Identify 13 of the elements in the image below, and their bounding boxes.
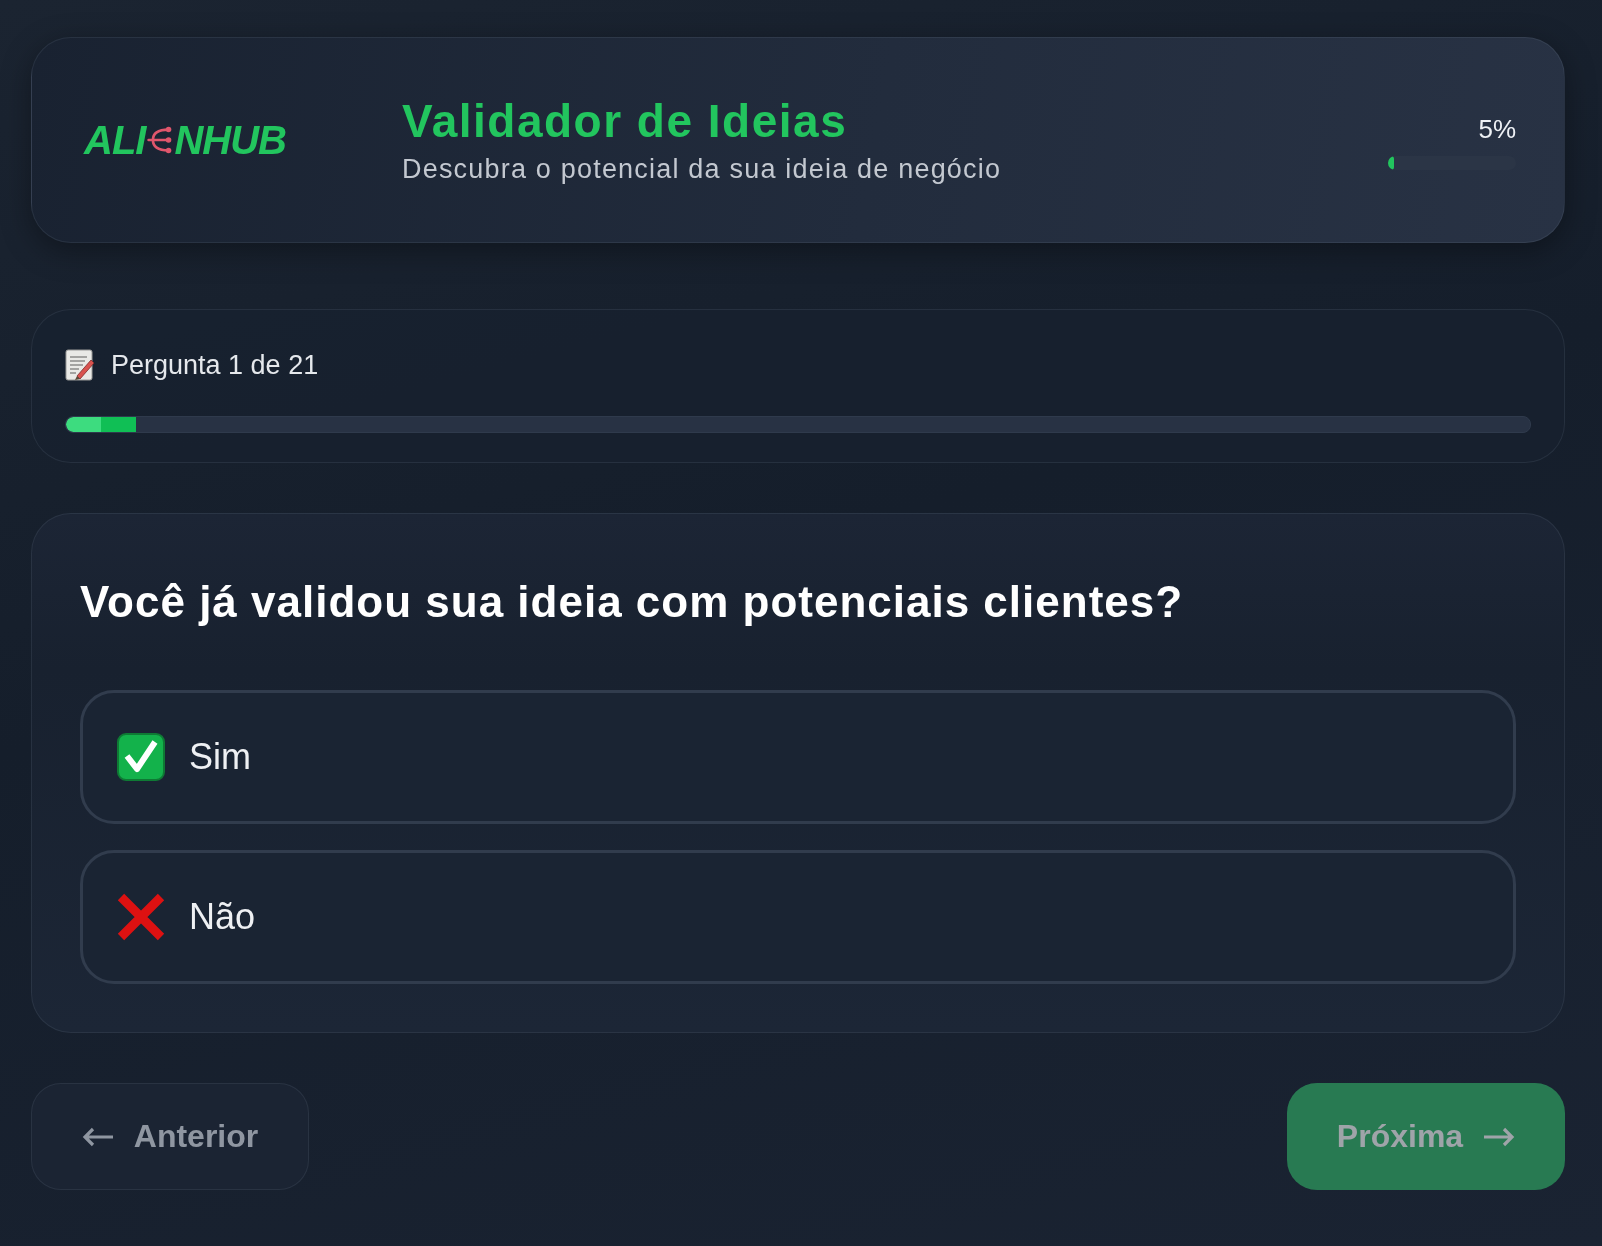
arrow-right-icon	[1483, 1126, 1516, 1147]
answer-option[interactable]: Não	[80, 850, 1516, 984]
app-title: Validador de Ideias	[402, 94, 849, 148]
cross-mark-icon	[117, 893, 165, 941]
question-text: Você já validou sua ideia com potenciais clientes?	[80, 576, 1185, 628]
logo: ALI NHUB	[84, 117, 287, 163]
memo-icon	[65, 349, 95, 381]
question-counter: Pergunta 1 de 21	[111, 349, 319, 382]
check-mark-icon	[117, 733, 165, 781]
arrow-left-icon	[81, 1126, 114, 1147]
app-subtitle: Descubra o potencial da sua ideia de negócio	[402, 153, 1003, 186]
progress-percent: 5%	[1478, 114, 1516, 144]
answer-option[interactable]: Sim	[80, 690, 1516, 824]
